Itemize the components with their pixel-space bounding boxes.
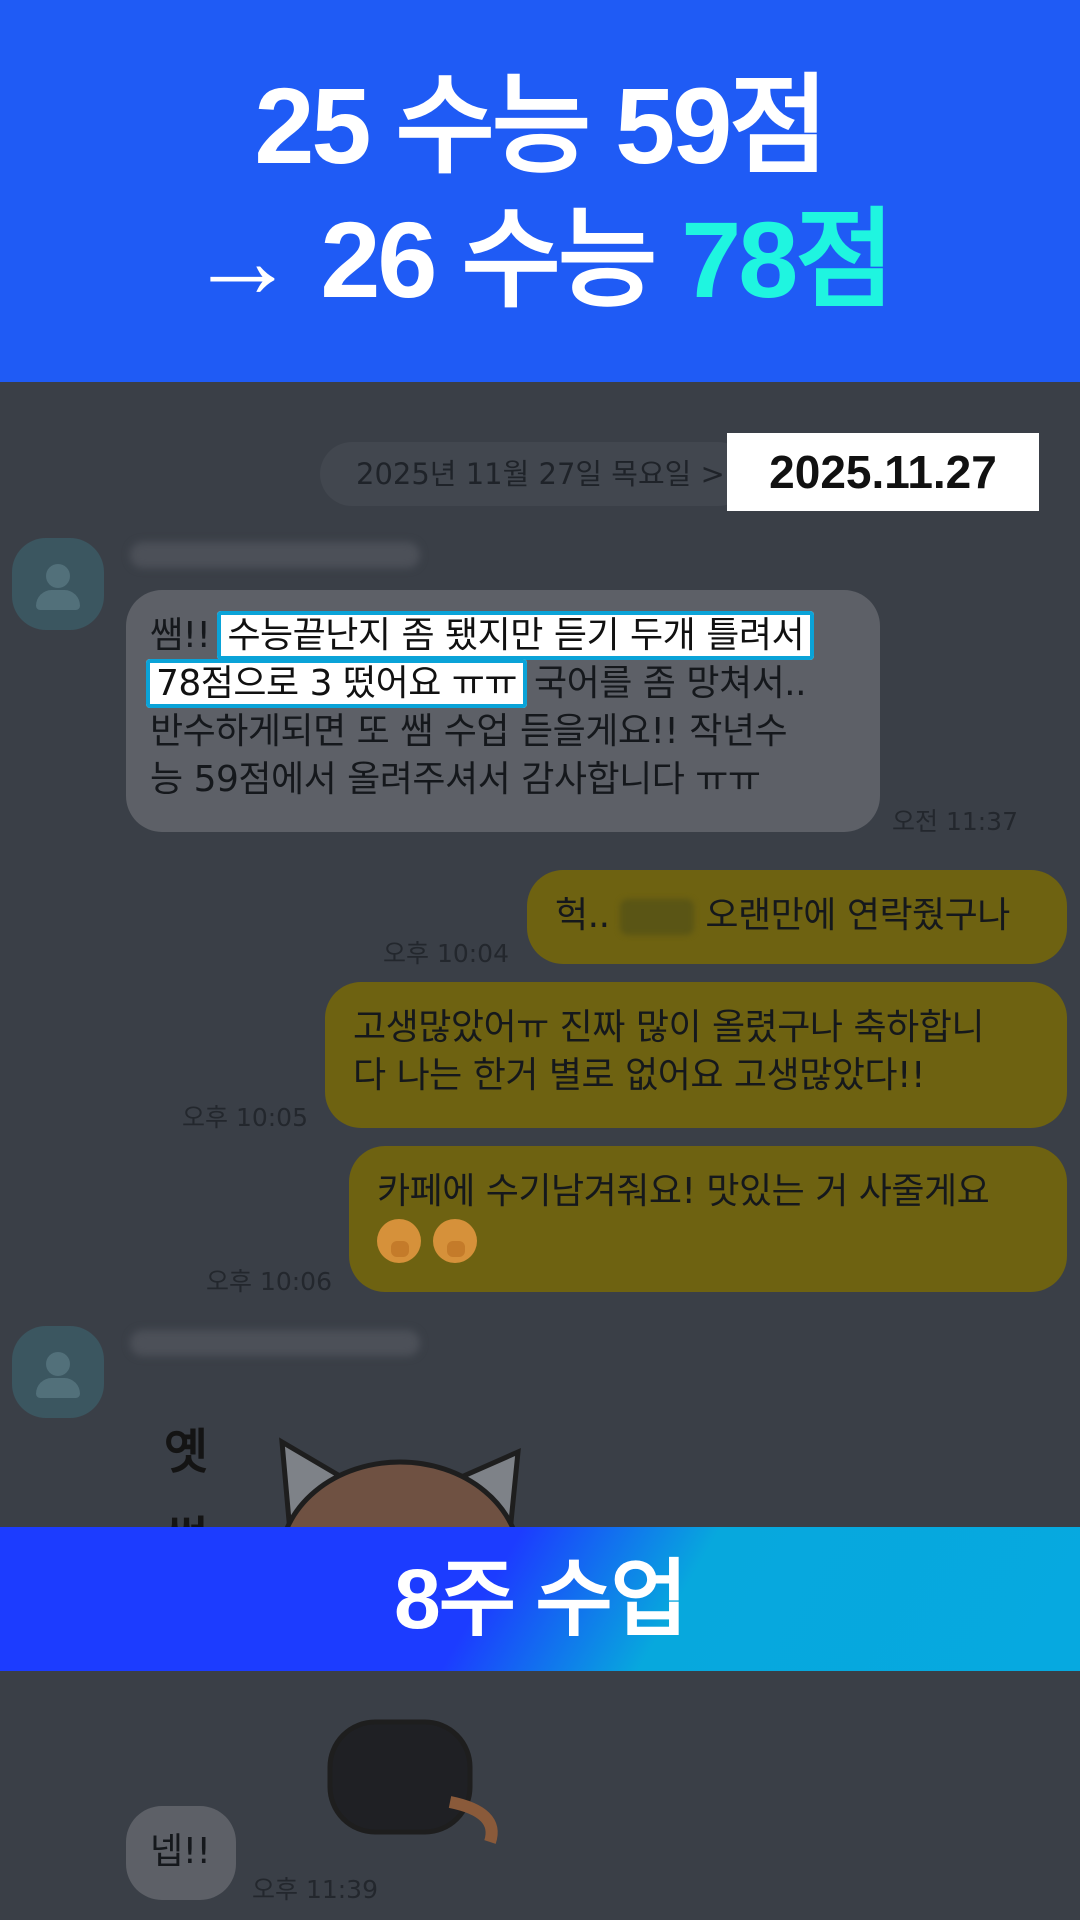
message-line: 카페에 수기남겨줘요! 맛있는 거 사줄게요 — [377, 1171, 990, 1212]
headline-new-score: → 26 수능 78점 — [0, 206, 1080, 314]
class-duration-banner: 8주 수업 — [0, 1527, 1080, 1671]
message-time: 오후 10:06 — [206, 1267, 332, 1296]
hand-over-mouth-emoji-icon — [433, 1219, 477, 1263]
message-line: 능 59점에서 올려주셔서 감사합니다 ㅠㅠ — [150, 759, 761, 800]
message-time: 오후 10:05 — [182, 1103, 308, 1132]
headline-previous-score: 25 수능 59점 — [254, 65, 828, 186]
message-bubble-outgoing[interactable]: 카페에 수기남겨줘요! 맛있는 거 사줄게요 — [349, 1146, 1067, 1292]
date-stamp: 2025.11.27 — [727, 433, 1039, 511]
headline-prefix: → 26 수능 — [188, 199, 682, 320]
avatar-body-icon — [36, 590, 80, 610]
avatar[interactable] — [12, 1326, 104, 1418]
emoji-row — [377, 1216, 1039, 1264]
sender-name-blurred — [130, 1330, 420, 1356]
sender-name-blurred — [130, 542, 420, 568]
message-line: 고생많았어ㅠ 진짜 많이 올렸구나 축하합니 — [353, 1007, 984, 1048]
message-time: 오후 11:39 — [252, 1875, 378, 1904]
highlight-box: 수능끝난지 좀 됐지만 듣기 두개 틀려서 — [217, 611, 815, 660]
date-divider: 2025년 11월 27일 목요일 > — [320, 442, 750, 506]
message-line: 78점으로 3 떴어요 ㅠㅠ 국어를 좀 망쳐서.. — [146, 659, 856, 708]
recipient-name-blurred — [620, 899, 695, 935]
avatar-head-icon — [46, 1352, 70, 1376]
headline-accent-score: 78점 — [681, 199, 894, 320]
message-line: 쌤!! 수능끝난지 좀 됐지만 듣기 두개 틀려서 — [150, 611, 856, 660]
hand-over-mouth-emoji-icon — [377, 1219, 421, 1263]
message-time: 오후 10:04 — [383, 939, 509, 968]
message-time: 오전 11:37 — [892, 807, 1018, 836]
sticker-text: 옛 — [164, 1424, 209, 1480]
message-line: 다 나는 한거 별로 없어요 고생많았다!! — [353, 1055, 925, 1096]
highlight-box: 78점으로 3 떴어요 ㅠㅠ — [146, 659, 528, 708]
chat-area[interactable]: 2025년 11월 27일 목요일 > 2025.11.27 쌤!! 수능끝난지… — [0, 382, 1080, 1920]
message-bubble-incoming[interactable]: 넵!! — [126, 1806, 236, 1900]
message-bubble-incoming[interactable]: 쌤!! 수능끝난지 좀 됐지만 듣기 두개 틀려서 78점으로 3 떴어요 ㅠㅠ… — [126, 590, 880, 832]
message-bubble-outgoing[interactable]: 고생많았어ㅠ 진짜 많이 올렸구나 축하합니 다 나는 한거 별로 없어요 고생… — [325, 982, 1067, 1128]
avatar[interactable] — [12, 538, 104, 630]
avatar-head-icon — [46, 564, 70, 588]
message-bubble-outgoing[interactable]: 헉.. 오랜만에 연락줬구나 — [527, 870, 1067, 964]
message-line: 반수하게되면 또 쌤 수업 듣을게요!! 작년수 — [150, 711, 788, 752]
avatar-body-icon — [36, 1378, 80, 1398]
header-banner: 25 수능 59점 → 26 수능 78점 — [0, 0, 1080, 382]
